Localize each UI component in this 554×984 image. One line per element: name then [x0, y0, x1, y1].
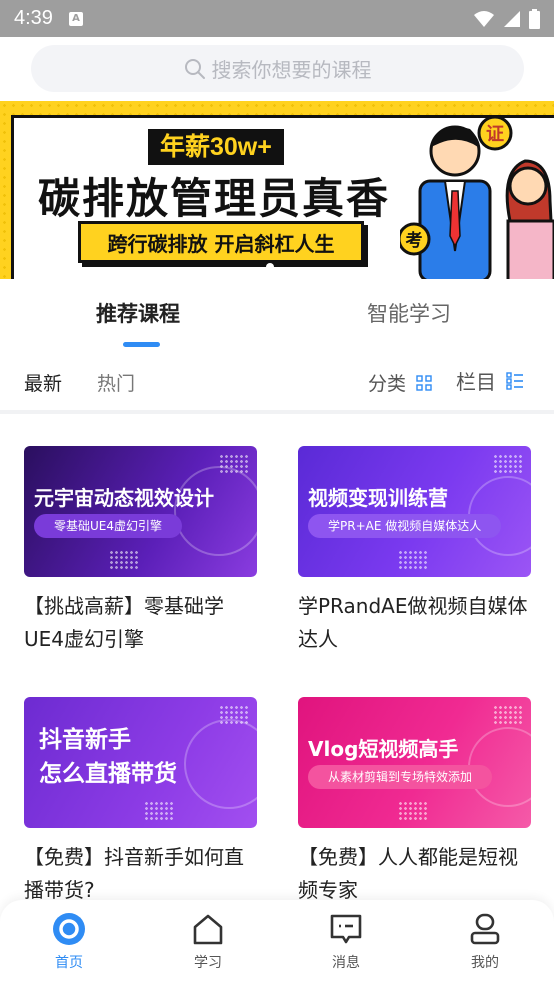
thumb-title-line1: 抖音新手 — [39, 727, 131, 753]
filter-bar: 最新 热门 分类 栏目 — [0, 360, 554, 400]
home-circle-icon — [53, 913, 85, 945]
badge-zheng: 证 — [486, 124, 504, 145]
thumb-title: 抖音新手 怎么直播带货 — [39, 723, 177, 791]
banner-headline: 碳排放管理员真香 — [38, 174, 391, 223]
course-thumbnail: 元宇宙动态视效设计 零基础UE4虚幻引擎 — [24, 446, 257, 577]
thumb-subtitle: 学PR+AE 做视频自媒体达人 — [308, 514, 502, 538]
thumb-title: 元宇宙动态视效设计 — [34, 486, 214, 510]
tab-indicator — [123, 342, 160, 347]
wifi-icon — [474, 10, 494, 27]
nav-profile[interactable]: 我的 — [445, 912, 525, 972]
course-title: 学PRandAE做视频自媒体达人 — [298, 594, 528, 651]
course-thumbnail: 视频变现训练营 学PR+AE 做视频自媒体达人 — [298, 446, 531, 577]
message-icon — [330, 914, 362, 944]
course-title: 【免费】人人都能是短视频专家 — [298, 845, 518, 902]
nav-study[interactable]: 学习 — [168, 912, 248, 972]
bottom-nav: 首页 学习 消息 我的 — [0, 900, 554, 984]
battery-icon — [529, 8, 540, 29]
course-card[interactable]: Vlog短视频高手 从素材剪辑到专场特效添加 【免费】人人都能是短视频专家 — [298, 697, 531, 907]
search-placeholder: 搜索你想要的课程 — [211, 58, 372, 82]
divider — [0, 410, 554, 414]
filter-category[interactable]: 分类 — [368, 369, 432, 396]
course-thumbnail: 抖音新手 怎么直播带货 — [24, 697, 257, 828]
nav-profile-label: 我的 — [471, 955, 499, 971]
list-icon — [506, 371, 523, 390]
course-tabs: 推荐课程 智能学习 — [0, 280, 554, 350]
search-icon — [184, 58, 205, 79]
course-thumbnail: Vlog短视频高手 从素材剪辑到专场特效添加 — [298, 697, 531, 828]
grid-icon — [416, 374, 432, 391]
nav-messages[interactable]: 消息 — [306, 912, 386, 972]
tab-recommended[interactable]: 推荐课程 — [96, 298, 180, 328]
badge-kao: 考 — [405, 230, 423, 251]
banner-ribbon: 跨行碳排放 开启斜杠人生 — [78, 221, 364, 263]
thumb-title: Vlog短视频高手 — [308, 737, 459, 761]
search-input[interactable]: 搜索你想要的课程 — [31, 45, 524, 92]
thumb-subtitle: 零基础UE4虚幻引擎 — [34, 514, 183, 538]
status-time: 4:39 — [14, 7, 53, 29]
house-icon — [193, 914, 223, 945]
thumb-title: 视频变现训练营 — [308, 486, 448, 510]
filter-column[interactable]: 栏目 — [456, 366, 524, 395]
signal-icon — [504, 10, 520, 27]
nav-study-label: 学习 — [194, 955, 222, 971]
status-bar: 4:39 A — [0, 0, 554, 37]
nav-home-label: 首页 — [55, 955, 83, 971]
banner-illustration: 证 考 — [400, 115, 554, 279]
filter-hot[interactable]: 热门 — [97, 369, 135, 396]
tab-smart-learning[interactable]: 智能学习 — [367, 298, 451, 328]
a-icon: A — [68, 11, 83, 26]
course-title: 【挑战高薪】零基础学UE4虚幻引擎 — [24, 594, 224, 651]
nav-messages-label: 消息 — [332, 955, 360, 971]
profile-icon — [470, 913, 500, 945]
thumb-subtitle: 从素材剪辑到专场特效添加 — [308, 765, 493, 789]
filter-category-label: 分类 — [368, 373, 407, 395]
status-icons — [473, 8, 540, 29]
filter-column-label: 栏目 — [456, 370, 496, 394]
thumb-title-line2: 怎么直播带货 — [39, 761, 177, 787]
filter-latest[interactable]: 最新 — [24, 369, 62, 396]
course-title: 【免费】抖音新手如何直播带货? — [24, 845, 244, 902]
banner-pager-dot — [266, 263, 274, 271]
nav-home[interactable]: 首页 — [29, 912, 109, 972]
banner-salary-tag: 年薪30w+ — [148, 129, 284, 165]
course-card[interactable]: 抖音新手 怎么直播带货 【免费】抖音新手如何直播带货? — [24, 697, 257, 907]
course-card[interactable]: 元宇宙动态视效设计 零基础UE4虚幻引擎 【挑战高薪】零基础学UE4虚幻引擎 — [24, 446, 257, 656]
promo-banner[interactable]: 年薪30w+ 碳排放管理员真香 跨行碳排放 开启斜杠人生 证 考 — [0, 101, 554, 279]
course-card[interactable]: 视频变现训练营 学PR+AE 做视频自媒体达人 学PRandAE做视频自媒体达人 — [298, 446, 531, 656]
